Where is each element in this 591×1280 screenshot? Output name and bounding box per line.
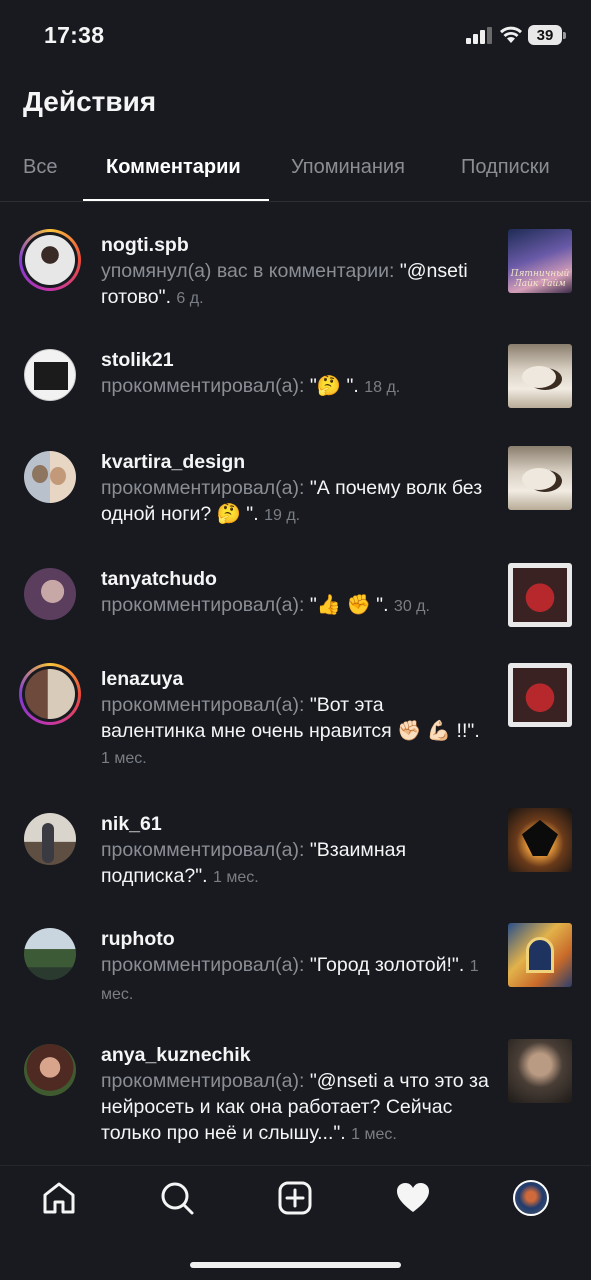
- status-bar: 17:38 39: [0, 0, 591, 70]
- timestamp: 18 д.: [364, 379, 401, 396]
- tab-comments[interactable]: Комментарии: [106, 156, 241, 179]
- timestamp: 1 мес.: [212, 869, 259, 886]
- battery-icon: 39: [528, 25, 566, 45]
- active-tab-indicator: [83, 199, 269, 201]
- avatar[interactable]: [24, 1044, 76, 1096]
- post-thumbnail[interactable]: [508, 923, 572, 987]
- tab-mentions[interactable]: Упоминания: [291, 156, 405, 179]
- wifi-icon: [500, 26, 522, 43]
- search-icon[interactable]: [159, 1180, 195, 1216]
- home-icon[interactable]: [41, 1180, 77, 1216]
- add-post-icon[interactable]: [277, 1180, 313, 1216]
- battery-level: 39: [528, 25, 562, 45]
- timestamp: 19 д.: [264, 507, 301, 524]
- avatar[interactable]: [24, 568, 76, 620]
- username[interactable]: lenazuya: [101, 666, 489, 692]
- post-thumbnail[interactable]: Пятничный Лайк Тайм: [508, 229, 572, 293]
- username[interactable]: tanyatchudo: [101, 566, 489, 592]
- avatar[interactable]: [19, 229, 81, 291]
- timestamp: 6 д.: [176, 290, 204, 307]
- timestamp: 30 д.: [393, 598, 430, 615]
- username[interactable]: kvartira_design: [101, 449, 489, 475]
- username[interactable]: nogti.spb: [101, 232, 489, 258]
- timestamp: 1 мес.: [351, 1126, 397, 1143]
- username[interactable]: stolik21: [101, 347, 489, 373]
- notification-list[interactable]: nogti.spb упомянул(а) вас в комментарии:…: [0, 203, 591, 1165]
- post-thumbnail[interactable]: [508, 1039, 572, 1103]
- avatar[interactable]: [24, 349, 76, 401]
- timestamp: 1 мес.: [101, 750, 147, 767]
- thumbnail-caption: Пятничный Лайк Тайм: [510, 269, 570, 289]
- home-indicator: [190, 1262, 401, 1268]
- username[interactable]: anya_kuznechik: [101, 1042, 489, 1068]
- avatar[interactable]: [24, 813, 76, 865]
- username[interactable]: ruphoto: [101, 926, 489, 952]
- page-title: Действия: [23, 86, 157, 117]
- avatar[interactable]: [19, 663, 81, 725]
- username[interactable]: nik_61: [101, 811, 489, 837]
- status-time: 17:38: [44, 22, 105, 48]
- avatar[interactable]: [24, 451, 76, 503]
- tab-bar: Все Комментарии Упоминания Подписки: [0, 140, 591, 202]
- heart-icon[interactable]: [395, 1180, 431, 1216]
- post-thumbnail[interactable]: [508, 563, 572, 627]
- post-thumbnail[interactable]: [508, 446, 572, 510]
- tab-all[interactable]: Все: [23, 156, 57, 179]
- profile-avatar[interactable]: [513, 1180, 549, 1216]
- post-thumbnail[interactable]: [508, 663, 572, 727]
- post-thumbnail[interactable]: [508, 808, 572, 872]
- avatar[interactable]: [24, 928, 76, 980]
- post-thumbnail[interactable]: [508, 344, 572, 408]
- cellular-signal-icon: [466, 27, 492, 44]
- tab-follows[interactable]: Подписки: [461, 156, 550, 179]
